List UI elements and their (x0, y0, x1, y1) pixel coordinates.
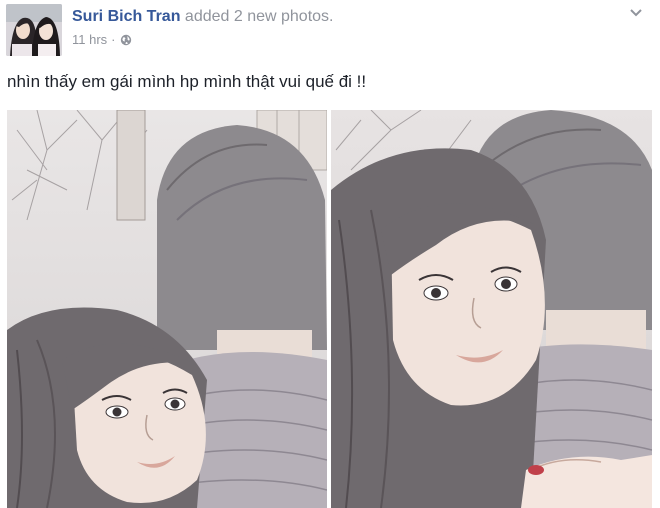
post-header: Suri Bich Tran added 2 new photos. 11 hr… (6, 4, 652, 58)
separator-dot: · (111, 32, 116, 47)
chevron-down-icon[interactable] (628, 6, 644, 20)
post-meta: Suri Bich Tran added 2 new photos. 11 hr… (72, 6, 333, 47)
facebook-post: Suri Bich Tran added 2 new photos. 11 hr… (0, 0, 660, 508)
post-time-line: 11 hrs · (72, 32, 333, 47)
post-status-text: nhìn thấy em gái mình hp mình thật vui q… (7, 72, 367, 91)
photo-2[interactable] (331, 110, 652, 508)
timestamp-link[interactable]: 11 hrs (72, 32, 107, 47)
post-title-line: Suri Bich Tran added 2 new photos. (72, 6, 333, 28)
author-avatar[interactable] (6, 4, 62, 56)
post-action-text: added 2 new photos. (184, 8, 334, 25)
photo-1[interactable] (7, 110, 327, 508)
author-name-link[interactable]: Suri Bich Tran (72, 8, 180, 25)
globe-icon[interactable] (120, 34, 132, 46)
